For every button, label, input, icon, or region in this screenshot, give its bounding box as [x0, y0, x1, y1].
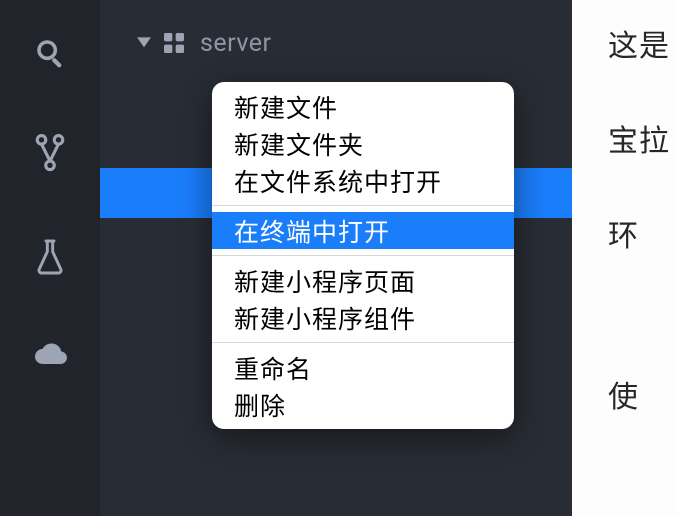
- folder-icon: [158, 33, 190, 53]
- menu-item[interactable]: 删除: [212, 386, 514, 423]
- activity-bar: [0, 0, 100, 516]
- menu-separator: [212, 342, 514, 343]
- search-icon[interactable]: [33, 36, 67, 70]
- content-heading: 使: [608, 375, 678, 420]
- menu-separator: [212, 205, 514, 206]
- menu-item[interactable]: 新建小程序页面: [212, 262, 514, 299]
- content-text: 这是: [608, 24, 678, 69]
- menu-separator: [212, 255, 514, 256]
- folder-label: server: [200, 29, 272, 58]
- content-pane: 这是 宝拉 环 使: [572, 0, 678, 516]
- content-text: 宝拉: [608, 119, 678, 164]
- chevron-down-icon: [134, 37, 154, 49]
- content-heading: 环: [608, 214, 678, 259]
- menu-item[interactable]: 新建小程序组件: [212, 299, 514, 336]
- menu-item[interactable]: 新建文件夹: [212, 125, 514, 162]
- menu-item[interactable]: 在终端中打开: [212, 212, 514, 249]
- menu-item[interactable]: 重命名: [212, 349, 514, 386]
- menu-item[interactable]: 在文件系统中打开: [212, 162, 514, 199]
- context-menu: 新建文件新建文件夹在文件系统中打开在终端中打开新建小程序页面新建小程序组件重命名…: [212, 82, 514, 429]
- folder-row-server[interactable]: server: [100, 18, 572, 68]
- cloud-icon[interactable]: [30, 340, 70, 368]
- flask-icon[interactable]: [34, 238, 66, 276]
- menu-item[interactable]: 新建文件: [212, 88, 514, 125]
- branch-icon[interactable]: [33, 134, 67, 174]
